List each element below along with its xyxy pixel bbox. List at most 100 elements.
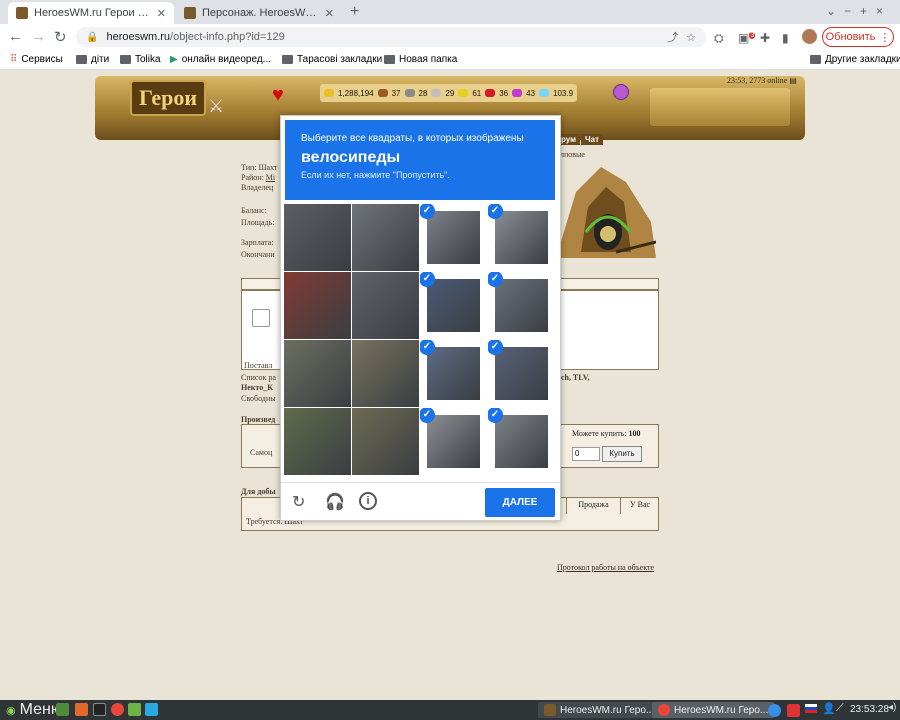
user-icon[interactable]: 👤 [822, 702, 836, 715]
ore-icon[interactable] [404, 89, 415, 97]
nav-chat[interactable]: Чат [581, 134, 603, 145]
skype-icon[interactable] [145, 703, 158, 716]
captcha-tile-image [284, 340, 351, 407]
audio-challenge-icon[interactable]: 🎧 [325, 492, 345, 512]
heroeswm-favicon-icon [184, 7, 196, 19]
protocol-link[interactable]: Протокол работы на объекте [557, 563, 654, 572]
bookmark-video-editor[interactable]: ▶ онлайн видеоред... [170, 54, 271, 65]
tab-character[interactable]: Персонаж. HeroesWM.ru Геро ✕ [176, 2, 342, 24]
captcha-tile[interactable] [284, 408, 351, 475]
resource-value: 61 [472, 88, 482, 98]
captcha-tile[interactable]: ✓ [488, 204, 555, 271]
reload-challenge-icon[interactable]: ↻ [292, 492, 305, 512]
captcha-tile-image [352, 408, 419, 475]
url-domain: heroeswm.ru [106, 31, 171, 43]
buy-quantity-input[interactable]: 0 [572, 447, 600, 461]
clock[interactable]: 23:53:28 [850, 704, 889, 715]
captcha-tile[interactable]: ✓ [420, 408, 487, 475]
resource-value: 36 [499, 88, 509, 98]
bookmark-label: Сервисы [21, 54, 63, 65]
workers-list-names[interactable]: ych, TLV, [557, 373, 590, 382]
close-tab-icon[interactable]: ✕ [325, 7, 334, 20]
firefox-icon[interactable] [75, 703, 88, 716]
close-window-button[interactable]: × [876, 4, 883, 18]
files-icon[interactable] [128, 703, 141, 716]
info-icon[interactable]: i [359, 492, 377, 510]
diamond-icon[interactable] [539, 89, 550, 97]
show-desktop-icon[interactable] [56, 703, 69, 716]
bookmark-taras[interactable]: Тарасові закладки [282, 54, 382, 65]
tab-search-icon[interactable]: ⌄ [826, 4, 836, 18]
extension-badge-icon[interactable]: ▣3 [738, 31, 756, 45]
maximize-button[interactable]: + [860, 4, 867, 18]
taskbar-window-1[interactable]: HeroesWM.ru Геро... [538, 702, 661, 718]
verify-button[interactable]: ДАЛЕЕ [485, 488, 555, 517]
worker-name[interactable]: Некто_К [241, 383, 273, 392]
profile-avatar[interactable] [802, 29, 817, 44]
terminal-icon[interactable] [93, 703, 106, 716]
forward-arrow-icon[interactable]: → [31, 28, 46, 45]
tray-shield-icon[interactable] [787, 704, 800, 717]
captcha-tile[interactable] [284, 204, 351, 271]
captcha-tile[interactable]: ✓ [420, 272, 487, 339]
network-icon[interactable]: ⟋ [836, 702, 844, 715]
address-bar[interactable]: 🔒 heroeswm.ru/object-info.php?id=129 ⤴ ☆ [76, 27, 706, 47]
captcha-tile[interactable]: ✓ [488, 272, 555, 339]
captcha-tile[interactable] [352, 340, 419, 407]
district-link[interactable]: Mi [266, 173, 275, 182]
captcha-tile[interactable] [284, 272, 351, 339]
resource-value: 29 [445, 88, 455, 98]
start-menu-button[interactable]: ◉ Меню [6, 701, 63, 718]
end-label: Окончани [241, 250, 275, 259]
keyboard-layout-flag-icon[interactable] [805, 704, 817, 713]
captcha-tile[interactable] [352, 204, 419, 271]
extension-shield-icon[interactable]: ⛭ [714, 31, 724, 46]
sidepanel-icon[interactable]: ▮ [782, 31, 789, 45]
captcha-tile[interactable]: ✓ [420, 340, 487, 407]
chrome-icon[interactable] [111, 703, 124, 716]
close-tab-icon[interactable]: ✕ [157, 7, 166, 20]
new-tab-button[interactable]: + [350, 3, 359, 21]
captcha-tile[interactable]: ✓ [420, 204, 487, 271]
bookmark-star-icon[interactable]: ☆ [686, 31, 696, 44]
gems-icon[interactable] [512, 89, 523, 97]
back-arrow-icon[interactable]: ← [8, 28, 23, 45]
heroes-logo[interactable]: Герои [130, 80, 206, 116]
minimize-button[interactable]: − [844, 4, 851, 18]
bookmark-children[interactable]: діти [76, 54, 109, 65]
url-path: /object-info.php?id=129 [170, 31, 285, 43]
update-button[interactable]: Обновить ⋮ [822, 27, 894, 47]
bookmark-services[interactable]: ⠿ Сервисы [10, 54, 63, 65]
mercury-icon[interactable] [431, 89, 442, 97]
online-list-icon[interactable]: ▤ [789, 76, 797, 85]
tab-heroeswm-main[interactable]: HeroesWM.ru Герои войны и ✕ [8, 2, 174, 24]
mine-tunnel-image [556, 167, 656, 258]
recaptcha-image-grid: ✓ ✓ ✓ ✓ ✓ ✓ ✓ ✓ [284, 204, 556, 476]
captcha-checkbox[interactable] [252, 309, 270, 327]
reload-icon[interactable]: ↻ [54, 28, 67, 46]
bookmark-new-folder[interactable]: Новая папка [384, 54, 457, 65]
resource-value: 37 [391, 88, 401, 98]
captcha-tile-image [495, 279, 548, 332]
crystal-icon[interactable] [485, 89, 496, 97]
bookmark-label: онлайн видеоред... [181, 54, 271, 65]
share-icon[interactable]: ⤴ [667, 29, 678, 45]
captcha-tile[interactable]: ✓ [488, 340, 555, 407]
captcha-tile[interactable] [352, 272, 419, 339]
sulfur-icon[interactable] [458, 89, 469, 97]
captcha-tile-image [495, 211, 548, 264]
bookmark-other[interactable]: Другие закладки [810, 54, 900, 65]
wood-icon[interactable] [377, 89, 388, 97]
volume-icon[interactable]: ◂) [888, 702, 896, 713]
mana-orb-icon[interactable] [613, 84, 629, 100]
taskbar-window-2[interactable]: HeroesWM.ru Геро... [652, 702, 775, 718]
health-heart-icon[interactable]: ♥ [272, 84, 284, 107]
buy-button[interactable]: Купить [602, 446, 642, 462]
captcha-tile[interactable]: ✓ [488, 408, 555, 475]
captcha-tile[interactable] [352, 408, 419, 475]
captcha-tile[interactable] [284, 340, 351, 407]
gold-icon[interactable] [324, 89, 334, 97]
tray-app-icon[interactable] [768, 704, 781, 717]
puzzle-extensions-icon[interactable]: ✚ [760, 31, 770, 45]
bookmark-tolika[interactable]: Tolika [120, 54, 161, 65]
